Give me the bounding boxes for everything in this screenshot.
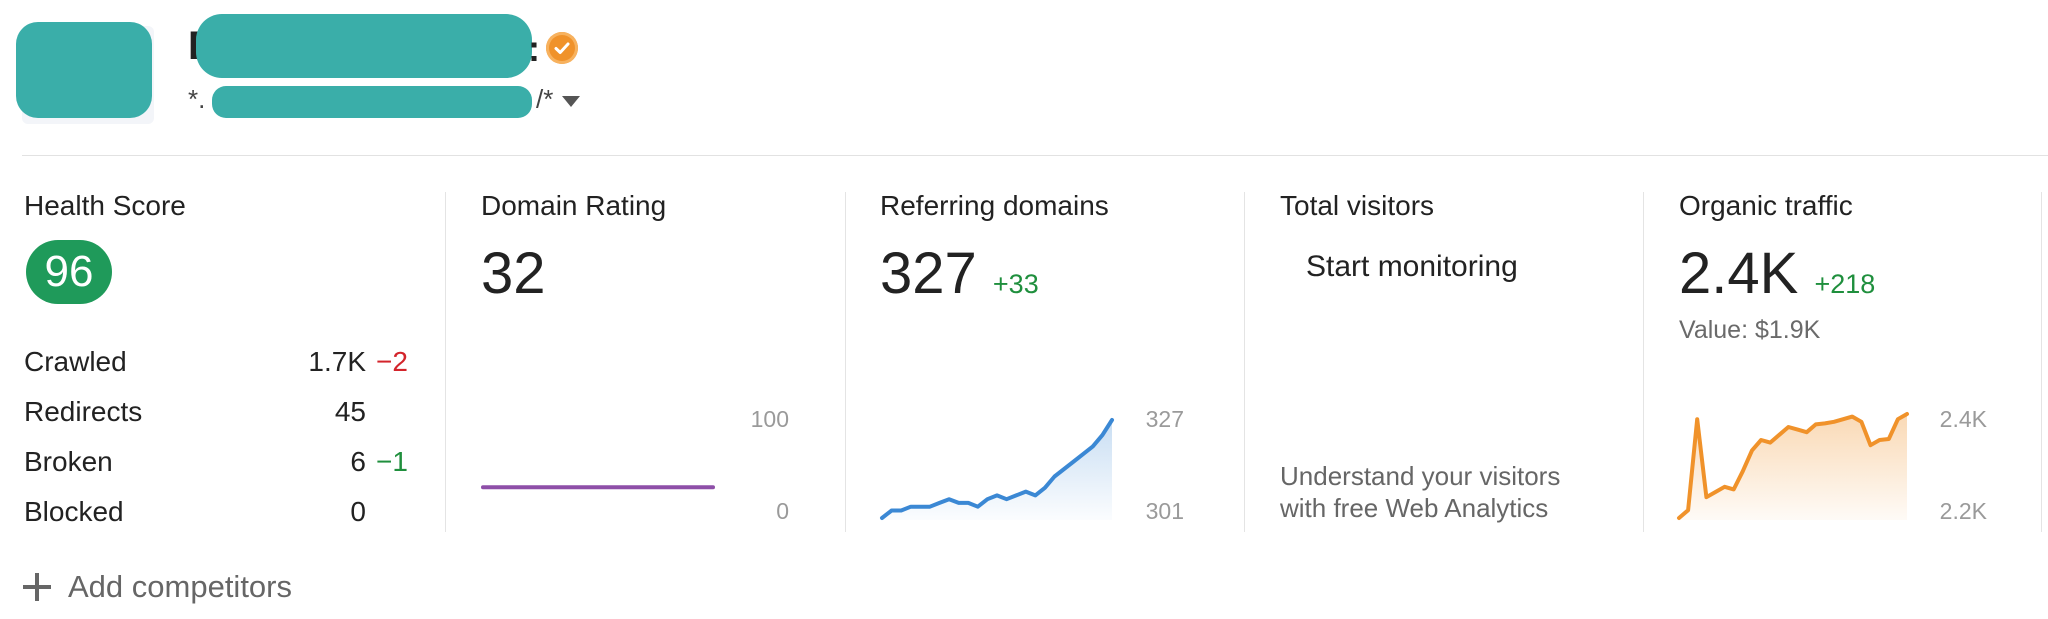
organic-traffic-delta: +218 — [1814, 269, 1876, 299]
project-header: E : *. /* — [0, 0, 2048, 155]
referring-domains-value: 327 +33 — [880, 240, 1039, 307]
health-row-label: Crawled — [24, 346, 127, 377]
project-url-suffix: /* — [536, 84, 554, 114]
redacted-logo — [16, 22, 152, 118]
organic-traffic-chart — [1677, 412, 1909, 520]
url-mode-dropdown-icon[interactable] — [562, 96, 580, 107]
health-row-value: 1.7K — [308, 346, 366, 377]
health-row-label: Blocked — [24, 496, 124, 527]
verified-badge-icon — [546, 32, 578, 64]
web-analytics-description: Understand your visitors with free Web A… — [1280, 460, 1560, 524]
card-divider — [1643, 192, 1644, 532]
referring-domains-label: Referring domains — [880, 190, 1109, 221]
domain-rating-axis-max: 100 — [750, 406, 789, 432]
total-visitors-label: Total visitors — [1280, 190, 1435, 221]
domain-rating-chart — [481, 485, 715, 490]
add-competitors-label: Add competitors — [68, 569, 292, 604]
health-row-value: 45 — [334, 396, 366, 427]
web-analytics-line-1: Understand your visitors — [1280, 461, 1561, 491]
referring-domains-count: 327 — [880, 241, 977, 306]
health-row-crawled[interactable]: Crawled 1.7K −2 — [24, 346, 408, 386]
referring-domains-axis-max: 327 — [1145, 406, 1184, 432]
redacted-project-title — [196, 14, 532, 78]
domain-rating-card[interactable]: Domain Rating 32 100 0 — [481, 190, 821, 532]
card-divider — [845, 192, 846, 532]
referring-domains-axis-min: 301 — [1145, 498, 1184, 524]
project-title-suffix: : — [528, 28, 540, 69]
add-competitors-button[interactable]: Add competitors — [22, 566, 292, 608]
organic-traffic-label: Organic traffic — [1679, 190, 1853, 221]
health-score-label: Health Score — [24, 190, 186, 221]
health-score-card[interactable]: Health Score 96 Crawled 1.7K −2 Redirect… — [24, 190, 424, 532]
health-row-value: 6 — [350, 446, 366, 477]
health-row-redirects[interactable]: Redirects 45 — [24, 396, 408, 436]
organic-traffic-axis-min: 2.2K — [1939, 498, 1987, 524]
domain-rating-label: Domain Rating — [481, 190, 667, 221]
redacted-project-url — [212, 86, 532, 118]
organic-traffic-count: 2.4K — [1679, 241, 1799, 306]
start-monitoring-link[interactable]: Start monitoring — [1306, 250, 1518, 284]
organic-traffic-card[interactable]: Organic traffic 2.4K +218 Value: $1.9K 2… — [1677, 190, 2029, 532]
header-divider — [22, 155, 2048, 156]
referring-domains-chart — [880, 418, 1114, 520]
health-row-blocked[interactable]: Blocked 0 — [24, 496, 408, 536]
health-row-label: Broken — [24, 446, 113, 477]
project-url-prefix: *. — [188, 84, 206, 114]
plus-icon — [22, 572, 52, 602]
health-score-badge: 96 — [26, 240, 112, 304]
card-divider — [1244, 192, 1245, 532]
organic-traffic-axis-max: 2.4K — [1939, 406, 1987, 432]
health-row-value: 0 — [350, 496, 366, 527]
health-row-broken[interactable]: Broken 6 −1 — [24, 446, 408, 486]
organic-traffic-value: 2.4K +218 — [1679, 240, 1875, 307]
referring-domains-card[interactable]: Referring domains 327 +33 327 301 — [880, 190, 1220, 532]
health-row-label: Redirects — [24, 396, 143, 427]
health-row-delta: −1 — [376, 446, 408, 477]
domain-rating-value: 32 — [481, 241, 546, 306]
domain-rating-axis-min: 0 — [776, 498, 789, 524]
health-row-delta: −2 — [376, 346, 408, 377]
web-analytics-line-2: with free Web Analytics — [1280, 493, 1549, 523]
card-divider — [2041, 192, 2042, 532]
card-divider — [445, 192, 446, 532]
organic-traffic-value-text: Value: $1.9K — [1679, 316, 1821, 344]
total-visitors-card[interactable]: Total visitors Start monitoring Understa… — [1280, 190, 1620, 532]
referring-domains-delta: +33 — [992, 269, 1039, 299]
